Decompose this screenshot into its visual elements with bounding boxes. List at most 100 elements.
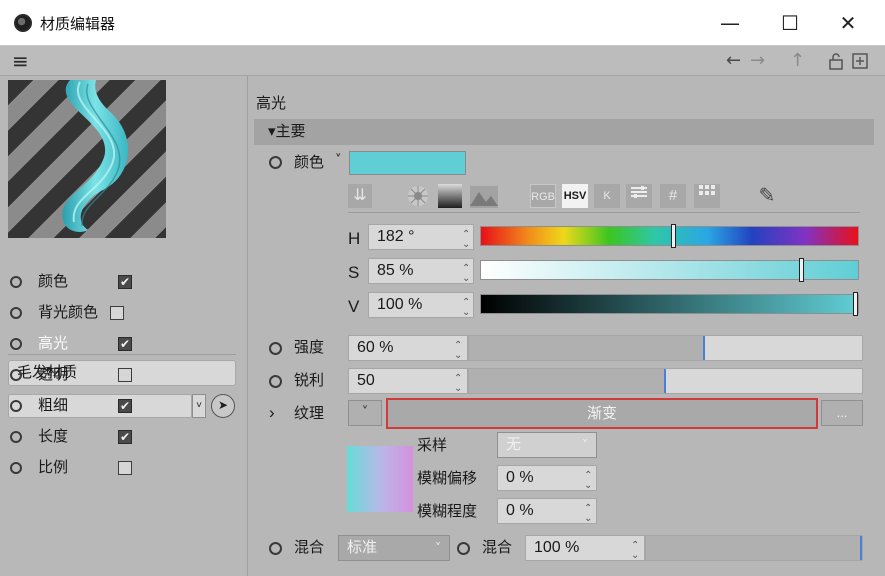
mix-strength-slider-fill <box>646 536 862 560</box>
channel-label: 颜色 <box>38 273 69 290</box>
toolbar: ≡ ← → ↑ <box>0 46 885 76</box>
channel-radio[interactable] <box>10 276 22 288</box>
channel-checkbox[interactable] <box>110 306 124 320</box>
value-spinner[interactable]: ⌃ ⌄ <box>462 298 470 318</box>
hex-icon[interactable]: # <box>660 184 686 208</box>
channel-checkbox[interactable] <box>118 368 132 382</box>
blur-offset-spinner[interactable]: ⌃ ⌄ <box>584 471 592 491</box>
texture-preview <box>347 446 413 512</box>
animate-radio[interactable] <box>457 542 470 555</box>
hsv-mode-button[interactable]: HSV <box>562 184 588 208</box>
forward-arrow-icon[interactable]: → <box>750 50 765 71</box>
menu-icon[interactable]: ≡ <box>12 51 32 71</box>
hue-label: H <box>348 229 361 248</box>
channel-panel: 毛发材质 ˅ ➤ 颜色 ✔ 背光颜色 高光 ✔ 透明 粗细 ✔ 长度 ✔ 比例 <box>0 76 248 576</box>
hue-spinner[interactable]: ⌃ ⌄ <box>462 230 470 250</box>
saturation-field[interactable]: 85 % <box>368 258 474 284</box>
channel-label: 比例 <box>38 459 69 476</box>
value-field[interactable]: 100 % <box>368 292 474 318</box>
hue-gradient-slider[interactable] <box>480 224 859 248</box>
sharpness-field[interactable]: 50 <box>348 368 468 394</box>
saturation-slider-handle[interactable] <box>799 258 805 282</box>
texture-menu-button[interactable]: ˅ <box>348 400 382 426</box>
color-swatch[interactable] <box>349 151 466 175</box>
mix-strength-slider[interactable] <box>645 535 863 561</box>
channel-row[interactable]: 比例 <box>10 457 240 479</box>
expand-chevron-icon[interactable]: › <box>269 403 275 423</box>
saturation-label: S <box>348 263 360 282</box>
channel-checkbox[interactable]: ✔ <box>118 399 132 413</box>
channel-checkbox[interactable]: ✔ <box>118 275 132 289</box>
texture-more-button[interactable]: ... <box>821 400 863 426</box>
intensity-field[interactable]: 60 % <box>348 335 468 361</box>
value-label: V <box>348 297 360 316</box>
new-window-icon[interactable] <box>852 52 868 75</box>
lock-icon[interactable] <box>828 52 844 74</box>
value-gradient-slider[interactable] <box>480 292 859 316</box>
saturation-spinner[interactable]: ⌃ ⌄ <box>462 264 470 284</box>
intensity-slider[interactable] <box>468 335 863 361</box>
channel-radio[interactable] <box>10 369 22 381</box>
channel-row[interactable]: 背光颜色 <box>10 302 240 324</box>
channel-radio[interactable] <box>10 338 22 350</box>
minimize-button[interactable]: — <box>710 6 750 40</box>
saturation-gradient-slider[interactable] <box>480 258 859 282</box>
mix-mode-dropdown[interactable]: 标准 ˅ <box>338 535 450 561</box>
cinema4d-logo-icon <box>14 14 32 32</box>
blur-amount-field[interactable]: 0 % <box>497 498 597 524</box>
animate-radio[interactable] <box>269 375 282 388</box>
animate-radio[interactable] <box>269 156 282 169</box>
channel-label: 粗细 <box>38 397 69 414</box>
channel-checkbox[interactable]: ✔ <box>118 337 132 351</box>
mix-strength-field[interactable]: 100 % <box>525 535 645 561</box>
sharpness-slider[interactable] <box>468 368 863 394</box>
swatches-grid-icon[interactable] <box>694 184 720 208</box>
image-picker-icon[interactable] <box>470 184 498 208</box>
maximize-button[interactable]: ☐ <box>770 6 810 40</box>
back-arrow-icon[interactable]: ← <box>726 50 741 71</box>
hue-slider-handle[interactable] <box>671 224 677 248</box>
texture-button[interactable]: 渐变 <box>386 398 818 429</box>
sharpness-spinner[interactable]: ⌃ ⌄ <box>454 374 462 394</box>
chevron-down-icon: ˅ <box>435 541 441 555</box>
mix-strength-label: 混合 <box>482 539 513 556</box>
channel-row[interactable]: 粗细 ✔ <box>10 395 240 417</box>
sampling-label: 采样 <box>417 437 448 454</box>
channel-row[interactable]: 高光 ✔ <box>10 333 240 355</box>
value-slider-handle[interactable] <box>853 292 858 316</box>
section-title: 高光 <box>256 95 287 112</box>
animate-radio[interactable] <box>269 542 282 555</box>
color-dropdown-icon[interactable]: ˅ <box>335 151 342 171</box>
hue-field[interactable]: 182 ° <box>368 224 474 250</box>
channel-row[interactable]: 颜色 ✔ <box>10 271 240 293</box>
spectrum-icon[interactable] <box>438 184 462 208</box>
eyedropper-icon[interactable]: ✎ <box>754 184 780 208</box>
group-header-main[interactable]: ▾主要 <box>254 119 874 145</box>
color-wheel-icon[interactable] <box>406 184 430 208</box>
channel-radio[interactable] <box>10 431 22 443</box>
channel-row[interactable]: 透明 <box>10 364 240 386</box>
texture-label: 纹理 <box>294 405 325 422</box>
intensity-spinner[interactable]: ⌃ ⌄ <box>454 341 462 361</box>
sampling-dropdown[interactable]: 无 ˅ <box>497 432 597 458</box>
animate-radio[interactable] <box>269 342 282 355</box>
compress-icon[interactable]: ⇊ <box>348 184 372 208</box>
kelvin-mode-button[interactable]: K <box>594 184 620 208</box>
mixer-icon[interactable] <box>626 184 652 208</box>
channel-radio[interactable] <box>10 400 22 412</box>
channel-radio[interactable] <box>10 462 22 474</box>
channel-row[interactable]: 长度 ✔ <box>10 426 240 448</box>
channel-radio[interactable] <box>10 307 22 319</box>
channel-label: 背光颜色 <box>38 304 99 321</box>
channel-checkbox[interactable] <box>118 461 132 475</box>
intensity-slider-fill <box>469 336 705 360</box>
blur-amount-spinner[interactable]: ⌃ ⌄ <box>584 504 592 524</box>
up-arrow-icon[interactable]: ↑ <box>790 50 805 71</box>
channel-checkbox[interactable]: ✔ <box>118 430 132 444</box>
close-button[interactable]: ✕ <box>828 6 868 40</box>
mix-mode-value: 标准 <box>347 539 378 556</box>
mix-strength-spinner[interactable]: ⌃ ⌄ <box>631 541 639 561</box>
blur-offset-field[interactable]: 0 % <box>497 465 597 491</box>
rgb-mode-button[interactable]: RGB <box>530 184 556 208</box>
color-label: 颜色 <box>294 154 325 171</box>
